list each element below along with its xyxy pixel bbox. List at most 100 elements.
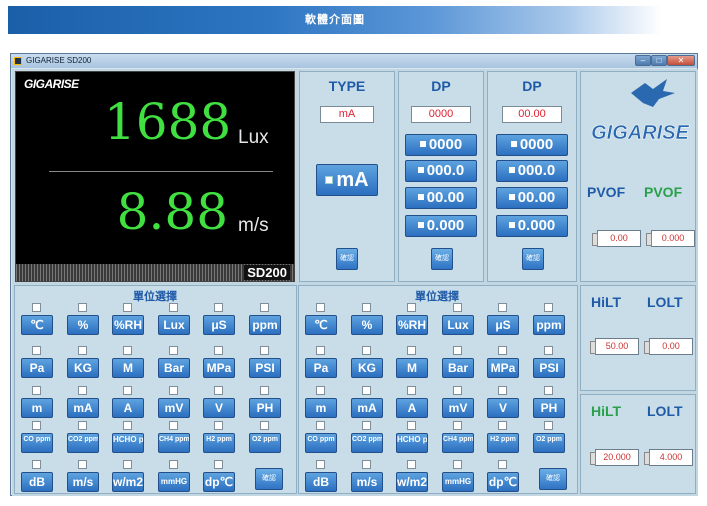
unit-button[interactable]: V	[203, 398, 235, 418]
unit-button[interactable]: m/s	[67, 472, 99, 492]
unit-button[interactable]: CH4 ppm	[442, 433, 474, 453]
unit-checkbox[interactable]	[453, 346, 462, 355]
unit-checkbox[interactable]	[362, 421, 371, 430]
unit-button[interactable]: μS	[203, 315, 235, 335]
unit-checkbox[interactable]	[498, 346, 507, 355]
unit-button[interactable]: m	[21, 398, 53, 418]
unit-button[interactable]: Bar	[442, 358, 474, 378]
dp1-option-0000[interactable]: 0000	[405, 134, 477, 156]
unit-button[interactable]: w/m2	[112, 472, 144, 492]
unit-checkbox[interactable]	[453, 421, 462, 430]
unit-button[interactable]: mA	[67, 398, 99, 418]
unit-button[interactable]: %RH	[112, 315, 144, 335]
unit-checkbox[interactable]	[169, 460, 178, 469]
unit-button[interactable]: KG	[351, 358, 383, 378]
unit-button[interactable]: Pa	[305, 358, 337, 378]
unit-button[interactable]: MPa	[203, 358, 235, 378]
unit-button[interactable]: dB	[305, 472, 337, 492]
unit-button[interactable]: A	[396, 398, 428, 418]
unit-button[interactable]: m	[305, 398, 337, 418]
dp1-confirm-button[interactable]: 確認	[431, 248, 453, 270]
unit-checkbox[interactable]	[123, 386, 132, 395]
unit-checkbox[interactable]	[123, 303, 132, 312]
unit-checkbox[interactable]	[214, 421, 223, 430]
unit-button[interactable]: μS	[487, 315, 519, 335]
dp2-option-000-0[interactable]: 000.0	[496, 160, 568, 182]
unit-button[interactable]: O2 ppm	[533, 433, 565, 453]
unit-checkbox[interactable]	[453, 460, 462, 469]
unit-button[interactable]: m/s	[351, 472, 383, 492]
unit-checkbox[interactable]	[362, 386, 371, 395]
unit-checkbox[interactable]	[260, 386, 269, 395]
unit-checkbox[interactable]	[169, 386, 178, 395]
unit-button[interactable]: w/m2	[396, 472, 428, 492]
unit-button[interactable]: ℃	[21, 315, 53, 335]
unit-checkbox[interactable]	[498, 421, 507, 430]
dp1-option-00-00[interactable]: 00.00	[405, 187, 477, 209]
dp1-option-000-0[interactable]: 000.0	[405, 160, 477, 182]
unit-button[interactable]: %RH	[396, 315, 428, 335]
unit-button[interactable]: HCHO ppm	[112, 433, 144, 453]
unit-button[interactable]: PSI	[533, 358, 565, 378]
unit-button[interactable]: CH4 ppm	[158, 433, 190, 453]
unit-checkbox[interactable]	[407, 386, 416, 395]
unit-button[interactable]: V	[487, 398, 519, 418]
unit-button[interactable]: CO2 ppm	[351, 433, 383, 453]
hilt-input-1[interactable]: 50.00	[590, 338, 639, 355]
lolt-input-2[interactable]: 4.000	[644, 449, 693, 466]
unit-button[interactable]: ppm	[249, 315, 281, 335]
unit-checkbox[interactable]	[169, 303, 178, 312]
unit-button[interactable]: CO2 ppm	[67, 433, 99, 453]
unit-button[interactable]: A	[112, 398, 144, 418]
unit-button[interactable]: Lux	[158, 315, 190, 335]
unit-button[interactable]: mV	[442, 398, 474, 418]
unit-checkbox[interactable]	[123, 421, 132, 430]
unit-confirm-button[interactable]: 確認	[255, 468, 283, 490]
unit-button[interactable]: H2 ppm	[203, 433, 235, 453]
dp2-option-0-000[interactable]: 0.000	[496, 215, 568, 237]
unit-button[interactable]: mV	[158, 398, 190, 418]
unit-button[interactable]: ppm	[533, 315, 565, 335]
unit-checkbox[interactable]	[169, 421, 178, 430]
unit-checkbox[interactable]	[544, 303, 553, 312]
unit-checkbox[interactable]	[544, 346, 553, 355]
unit-checkbox[interactable]	[316, 346, 325, 355]
unit-button[interactable]: M	[112, 358, 144, 378]
unit-checkbox[interactable]	[214, 303, 223, 312]
unit-checkbox[interactable]	[453, 303, 462, 312]
unit-button[interactable]: KG	[67, 358, 99, 378]
type-ma-button[interactable]: mA	[316, 164, 378, 196]
unit-checkbox[interactable]	[214, 460, 223, 469]
unit-button[interactable]: Bar	[158, 358, 190, 378]
unit-button[interactable]: ℃	[305, 315, 337, 335]
unit-checkbox[interactable]	[32, 421, 41, 430]
unit-checkbox[interactable]	[498, 386, 507, 395]
unit-checkbox[interactable]	[169, 346, 178, 355]
unit-checkbox[interactable]	[78, 460, 87, 469]
unit-button[interactable]: CO ppm	[21, 433, 53, 453]
unit-button[interactable]: HCHO ppm	[396, 433, 428, 453]
type-confirm-button[interactable]: 確認	[336, 248, 358, 270]
unit-checkbox[interactable]	[260, 303, 269, 312]
unit-button[interactable]: PH	[249, 398, 281, 418]
unit-checkbox[interactable]	[407, 421, 416, 430]
unit-checkbox[interactable]	[316, 386, 325, 395]
unit-button[interactable]: dB	[21, 472, 53, 492]
unit-checkbox[interactable]	[544, 421, 553, 430]
unit-checkbox[interactable]	[123, 346, 132, 355]
unit-button[interactable]: dp℃	[487, 472, 519, 492]
unit-checkbox[interactable]	[78, 421, 87, 430]
unit-checkbox[interactable]	[260, 421, 269, 430]
unit-checkbox[interactable]	[78, 303, 87, 312]
pvof-input-2[interactable]: 0.000	[646, 230, 695, 247]
unit-checkbox[interactable]	[32, 346, 41, 355]
unit-button[interactable]: mmHG	[442, 472, 474, 492]
unit-button[interactable]: mA	[351, 398, 383, 418]
unit-checkbox[interactable]	[32, 460, 41, 469]
unit-confirm-button[interactable]: 確認	[539, 468, 567, 490]
close-button[interactable]: ✕	[667, 55, 695, 66]
minimize-button[interactable]: –	[635, 55, 651, 66]
unit-button[interactable]: Lux	[442, 315, 474, 335]
unit-checkbox[interactable]	[316, 460, 325, 469]
unit-checkbox[interactable]	[362, 460, 371, 469]
